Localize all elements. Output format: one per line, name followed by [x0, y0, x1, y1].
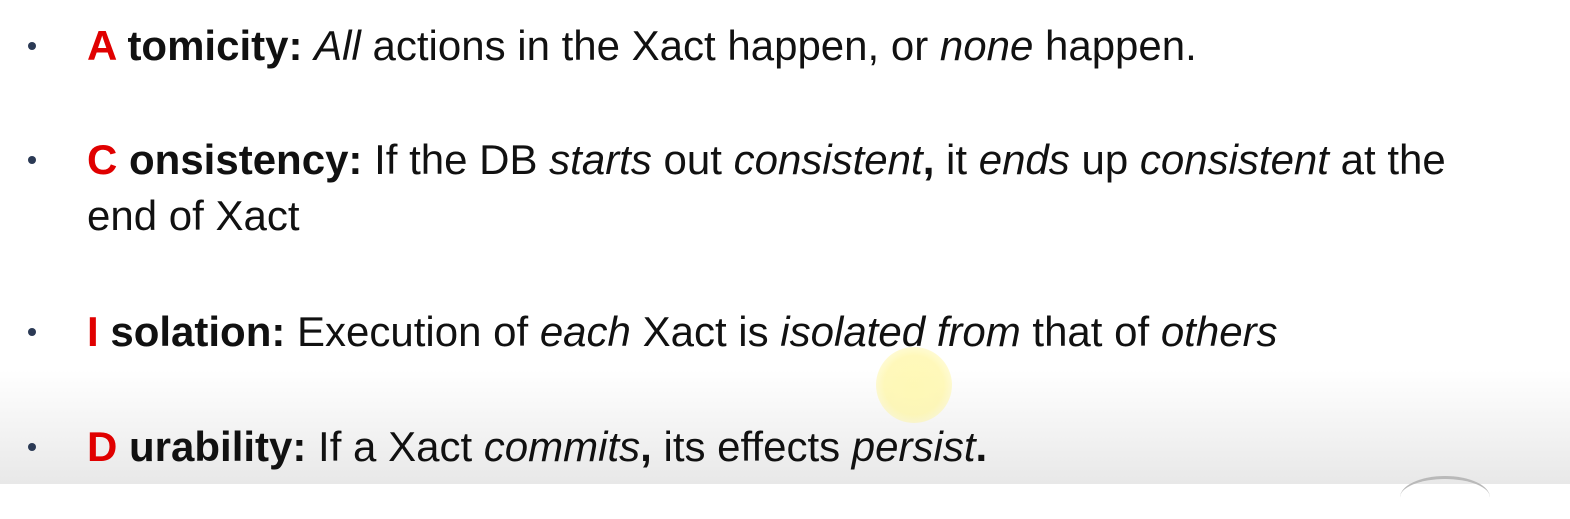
bullet-icon — [24, 419, 40, 475]
bullet-icon — [24, 304, 40, 360]
slide: A tomicity: All actions in the Xact happ… — [0, 0, 1570, 484]
consistency-term: onsistency: — [117, 136, 363, 183]
text-run-bold: , — [640, 423, 652, 470]
text-run-italic: ends — [978, 136, 1070, 183]
consistency-text: C onsistency: If the DB starts out consi… — [87, 132, 1527, 244]
text-run — [302, 22, 314, 69]
text-run: happen. — [1033, 22, 1197, 69]
durability-letter: D — [87, 423, 118, 470]
text-run-italic: others — [1160, 308, 1278, 355]
bullet-icon — [24, 132, 40, 188]
text-run: it — [934, 136, 979, 183]
isolation-letter: I — [87, 308, 99, 355]
consistency-letter: C — [87, 136, 118, 183]
text-run-italic: consistent — [733, 136, 923, 183]
text-run: out — [651, 136, 734, 183]
durability-term: urability: — [117, 423, 307, 470]
text-run: that of — [1020, 308, 1161, 355]
text-run: Xact is — [630, 308, 781, 355]
text-run-italic: each — [539, 308, 631, 355]
text-run-bold: , — [922, 136, 935, 183]
bullet-icon — [24, 18, 40, 74]
text-run-italic: commits — [483, 423, 641, 470]
text-run: its effects — [651, 423, 852, 470]
durability-text: D urability: If a Xact commits, its effe… — [87, 419, 1527, 475]
text-run: actions in the Xact happen, or — [360, 22, 940, 69]
atomicity-term: tomicity: — [115, 22, 303, 69]
text-run: If the DB — [362, 136, 550, 183]
text-run: Execution of — [285, 308, 540, 355]
atomicity-text: A tomicity: All actions in the Xact happ… — [87, 18, 1527, 74]
text-run-italic: All — [314, 22, 361, 69]
text-run-italic: starts — [549, 136, 652, 183]
text-run-italic: isolated from — [780, 308, 1021, 355]
text-run: up — [1069, 136, 1140, 183]
isolation-term: solation: — [98, 308, 286, 355]
isolation-text: I solation: Execution of each Xact is is… — [87, 304, 1527, 360]
text-run-bold: . — [975, 423, 988, 470]
text-run: If a Xact — [306, 423, 484, 470]
text-run-italic: none — [939, 22, 1034, 69]
corner-arc-decoration — [1400, 476, 1490, 519]
cursor-highlight-icon — [876, 347, 952, 423]
text-run-italic: consistent — [1139, 136, 1329, 183]
text-run-italic: persist — [851, 423, 976, 470]
atomicity-letter: A — [87, 22, 116, 69]
